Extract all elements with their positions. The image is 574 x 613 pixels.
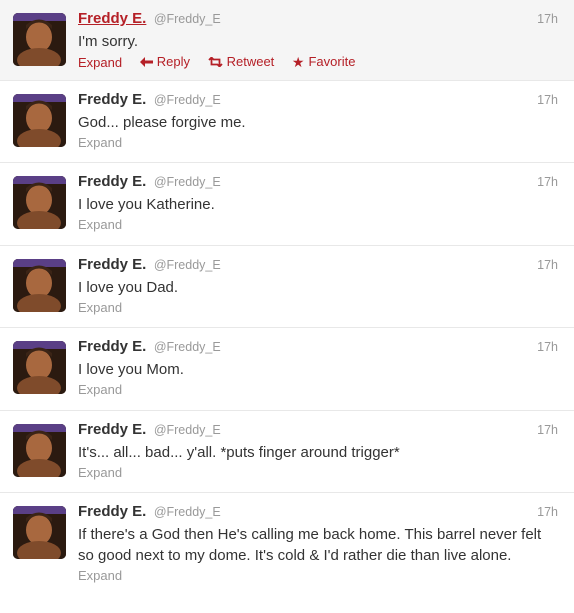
user-handle[interactable]: @Freddy_E <box>154 93 221 107</box>
tweet-header: Freddy E. @Freddy_E <box>78 503 562 521</box>
timestamp[interactable]: 17h <box>537 503 558 521</box>
retweet-label: Retweet <box>226 54 275 69</box>
user-handle[interactable]: @Freddy_E <box>154 423 221 437</box>
tweet-text: I love you Katherine. <box>78 196 215 213</box>
tweet-item[interactable]: Freddy E. @Freddy_E 17h I love you Dad. … <box>0 246 574 328</box>
reply-label: Reply <box>156 54 190 69</box>
tweet-item[interactable]: Freddy E. @Freddy_E 17h If there's a God… <box>0 493 574 613</box>
user-name[interactable]: Freddy E. <box>78 338 146 355</box>
user-name[interactable]: Freddy E. <box>78 10 146 27</box>
tweet-actions: Expand Reply Retweet ★ Favorite <box>78 53 562 72</box>
timestamp[interactable]: 17h <box>537 91 558 109</box>
tweet-text: It's... all... bad... y'all. *puts finge… <box>78 444 400 461</box>
user-name[interactable]: Freddy E. <box>78 91 146 108</box>
tweet-text: God... please forgive me. <box>78 114 246 131</box>
retweet-button[interactable]: Retweet <box>207 53 275 71</box>
timestamp[interactable]: 17h <box>537 10 558 28</box>
user-name[interactable]: Freddy E. <box>78 503 146 520</box>
expand-link[interactable]: Expand <box>78 135 122 150</box>
avatar[interactable] <box>13 94 66 147</box>
tweet-actions: Expand <box>78 567 562 585</box>
tweet-header: Freddy E. @Freddy_E <box>78 173 562 191</box>
avatar[interactable] <box>13 13 66 66</box>
avatar[interactable] <box>13 424 66 477</box>
timestamp[interactable]: 17h <box>537 256 558 274</box>
tweet-actions: Expand <box>78 299 562 317</box>
tweet-header: Freddy E. @Freddy_E <box>78 256 562 274</box>
expand-link[interactable]: Expand <box>78 382 122 397</box>
tweet-timeline: Freddy E. @Freddy_E 17h I'm sorry. Expan… <box>0 0 574 613</box>
user-handle[interactable]: @Freddy_E <box>154 340 221 354</box>
tweet-text: I love you Dad. <box>78 279 179 296</box>
avatar[interactable] <box>13 341 66 394</box>
user-name[interactable]: Freddy E. <box>78 421 146 438</box>
user-handle[interactable]: @Freddy_E <box>154 175 221 189</box>
timestamp[interactable]: 17h <box>537 338 558 356</box>
tweet-text: If there's a God then He's calling me ba… <box>78 526 542 564</box>
user-handle[interactable]: @Freddy_E <box>154 12 221 26</box>
expand-link[interactable]: Expand <box>78 217 122 232</box>
reply-button[interactable]: Reply <box>139 53 190 71</box>
user-handle[interactable]: @Freddy_E <box>154 505 221 519</box>
expand-link[interactable]: Expand <box>78 55 122 70</box>
tweet-actions: Expand <box>78 464 562 482</box>
favorite-button[interactable]: ★ Favorite <box>292 53 356 71</box>
tweet-item[interactable]: Freddy E. @Freddy_E 17h I'm sorry. Expan… <box>0 0 574 81</box>
avatar[interactable] <box>13 176 66 229</box>
reply-arrow-icon <box>139 57 153 67</box>
avatar[interactable] <box>13 259 66 312</box>
user-name[interactable]: Freddy E. <box>78 256 146 273</box>
avatar[interactable] <box>13 506 66 559</box>
tweet-header: Freddy E. @Freddy_E <box>78 10 562 28</box>
tweet-text: I love you Mom. <box>78 361 184 378</box>
user-name[interactable]: Freddy E. <box>78 173 146 190</box>
tweet-actions: Expand <box>78 381 562 399</box>
tweet-header: Freddy E. @Freddy_E <box>78 91 562 109</box>
star-icon: ★ <box>291 54 305 70</box>
tweet-header: Freddy E. @Freddy_E <box>78 338 562 356</box>
expand-link[interactable]: Expand <box>78 300 122 315</box>
retweet-icon <box>207 57 223 67</box>
user-handle[interactable]: @Freddy_E <box>154 258 221 272</box>
expand-link[interactable]: Expand <box>78 568 122 583</box>
tweet-item[interactable]: Freddy E. @Freddy_E 17h God... please fo… <box>0 81 574 163</box>
tweet-item[interactable]: Freddy E. @Freddy_E 17h I love you Kathe… <box>0 163 574 246</box>
tweet-actions: Expand <box>78 216 562 234</box>
favorite-label: Favorite <box>308 54 356 69</box>
tweet-actions: Expand <box>78 134 562 152</box>
tweet-text: I'm sorry. <box>78 33 139 50</box>
tweet-item[interactable]: Freddy E. @Freddy_E 17h I love you Mom. … <box>0 328 574 411</box>
tweet-header: Freddy E. @Freddy_E <box>78 421 562 439</box>
timestamp[interactable]: 17h <box>537 173 558 191</box>
tweet-item[interactable]: Freddy E. @Freddy_E 17h It's... all... b… <box>0 411 574 493</box>
timestamp[interactable]: 17h <box>537 421 558 439</box>
expand-link[interactable]: Expand <box>78 465 122 480</box>
